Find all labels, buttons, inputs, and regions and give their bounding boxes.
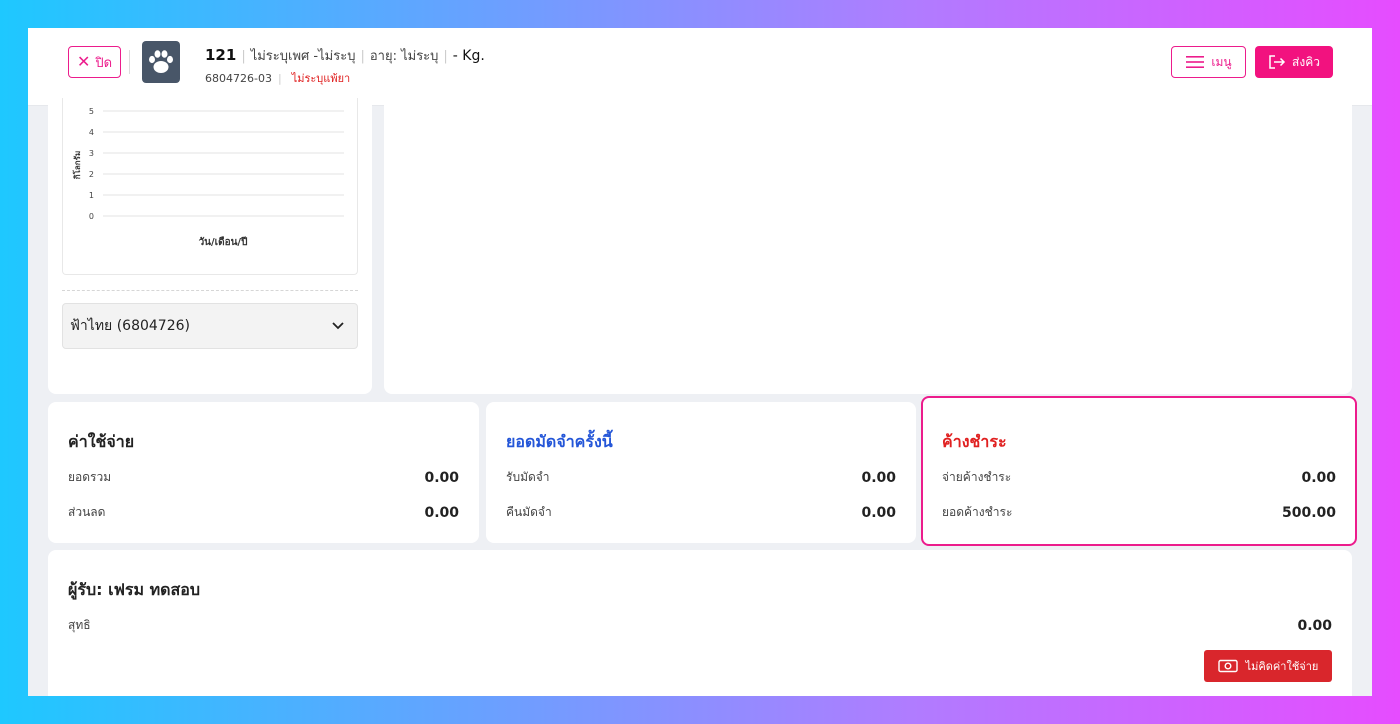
pet-id: 121	[205, 46, 237, 64]
send-queue-label: ส่งคิว	[1292, 54, 1320, 69]
net-row: สุทธิ 0.00	[68, 616, 1332, 635]
deposit-refund-row: คืนมัดจำ 0.00	[506, 503, 896, 522]
close-button[interactable]: ✕ ปิด	[68, 46, 121, 78]
outstanding-pay-value: 0.00	[1301, 469, 1336, 486]
pet-info-line: 121 | ไม่ระบุเพศ -ไม่ระบุ | อายุ: ไม่ระบุ | - …	[205, 46, 485, 64]
net-label: สุทธิ	[68, 618, 91, 632]
deposit-refund-value: 0.00	[861, 504, 896, 521]
pet-age: อายุ: ไม่ระบุ	[369, 49, 439, 64]
pet-allergy: ไม่ระบุแพ้ยา	[291, 72, 351, 85]
weight-chart-box: 0 1 2 3 4 5 กิโลกรัม วัน/เดือน/ปี	[62, 98, 358, 275]
chart-ytick-label: 2	[89, 170, 94, 179]
pet-weight: - Kg.	[452, 48, 485, 64]
weight-card: 0 1 2 3 4 5 กิโลกรัม วัน/เดือน/ปี ฟ้าไทย (680…	[48, 98, 372, 394]
outstanding-pay-label: จ่ายค้างชำระ	[942, 470, 1012, 484]
app-frame: ✕ ปิด 121 | ไม่ระบุเพศ -ไม่ระบุ | อายุ: ไม่ร…	[28, 28, 1372, 696]
chart-ytick-label: 4	[89, 128, 94, 137]
expenses-discount-label: ส่วนลด	[68, 505, 106, 519]
sign-out-icon	[1269, 55, 1286, 69]
close-button-label: ปิด	[95, 55, 113, 71]
expenses-title: ค่าใช้จ่าย	[68, 432, 135, 451]
content-panel	[384, 98, 1352, 394]
menu-button-label: เมนู	[1211, 54, 1232, 69]
menu-button[interactable]: เมนู	[1171, 46, 1246, 78]
outstanding-title: ค้างชำระ	[942, 432, 1007, 451]
expenses-total-value: 0.00	[424, 469, 459, 486]
weight-chart: 0 1 2 3 4 5 กิโลกรัม วัน/เดือน/ปี	[72, 107, 344, 248]
send-queue-button[interactable]: ส่งคิว	[1255, 46, 1333, 78]
chart-ytick-label: 5	[89, 107, 94, 116]
expenses-total-row: ยอดรวม 0.00	[68, 468, 459, 487]
outstanding-balance-label: ยอดค้างชำระ	[942, 505, 1013, 519]
chart-xlabel: วัน/เดือน/ปี	[199, 236, 248, 248]
owner-select-value: ฟ้าไทย (6804726)	[70, 318, 190, 334]
deposit-receive-value: 0.00	[861, 469, 896, 486]
outstanding-pay-row: จ่ายค้างชำระ 0.00	[942, 468, 1336, 487]
chart-ylabel: กิโลกรัม	[72, 151, 82, 180]
header-divider	[129, 50, 130, 74]
deposit-receive-label: รับมัดจำ	[506, 470, 550, 484]
pet-code: 6804726-03	[205, 72, 272, 85]
section-divider	[62, 290, 358, 291]
receiver-title: ผู้รับ: เฟรม ทดสอบ	[68, 580, 201, 599]
expenses-total-label: ยอดรวม	[68, 470, 112, 484]
money-icon	[1217, 659, 1238, 673]
outstanding-card: ค้างชำระ จ่ายค้างชำระ 0.00 ยอดค้างชำระ 5…	[921, 396, 1357, 546]
expenses-discount-value: 0.00	[424, 504, 459, 521]
header-bar: ✕ ปิด 121 | ไม่ระบุเพศ -ไม่ระบุ | อายุ: ไม่ร…	[28, 28, 1372, 106]
deposit-refund-label: คืนมัดจำ	[506, 505, 552, 519]
chart-ytick-label: 0	[89, 212, 94, 221]
expenses-card: ค่าใช้จ่าย ยอดรวม 0.00 ส่วนลด 0.00	[48, 402, 479, 543]
pet-sub-line: 6804726-03 | ไม่ระบุแพ้ยา	[205, 72, 351, 85]
net-value: 0.00	[1297, 617, 1332, 634]
outstanding-balance-value: 500.00	[1281, 504, 1336, 521]
deposit-receive-row: รับมัดจำ 0.00	[506, 468, 896, 487]
chevron-down-icon	[332, 322, 344, 330]
outstanding-balance-row: ยอดค้างชำระ 500.00	[942, 503, 1336, 522]
pet-avatar	[142, 41, 180, 83]
paw-icon	[149, 50, 173, 73]
chart-ytick-label: 1	[89, 191, 94, 200]
no-charge-button[interactable]: ไม่คิดค่าใช้จ่าย	[1204, 650, 1332, 682]
hamburger-icon	[1186, 56, 1205, 68]
receiver-card: ผู้รับ: เฟรม ทดสอบ สุทธิ 0.00 ไม่คิดค่าใ…	[48, 550, 1352, 696]
no-charge-label: ไม่คิดค่าใช้จ่าย	[1245, 660, 1319, 673]
chart-ytick-label: 3	[89, 149, 94, 158]
deposit-title: ยอดมัดจำครั้งนี้	[506, 432, 613, 451]
pet-gender: ไม่ระบุเพศ -ไม่ระบุ	[250, 49, 356, 64]
expenses-discount-row: ส่วนลด 0.00	[68, 503, 459, 522]
owner-select[interactable]: ฟ้าไทย (6804726)	[62, 303, 358, 349]
close-icon: ✕	[76, 52, 91, 71]
deposit-card: ยอดมัดจำครั้งนี้ รับมัดจำ 0.00 คืนมัดจำ …	[486, 402, 916, 543]
